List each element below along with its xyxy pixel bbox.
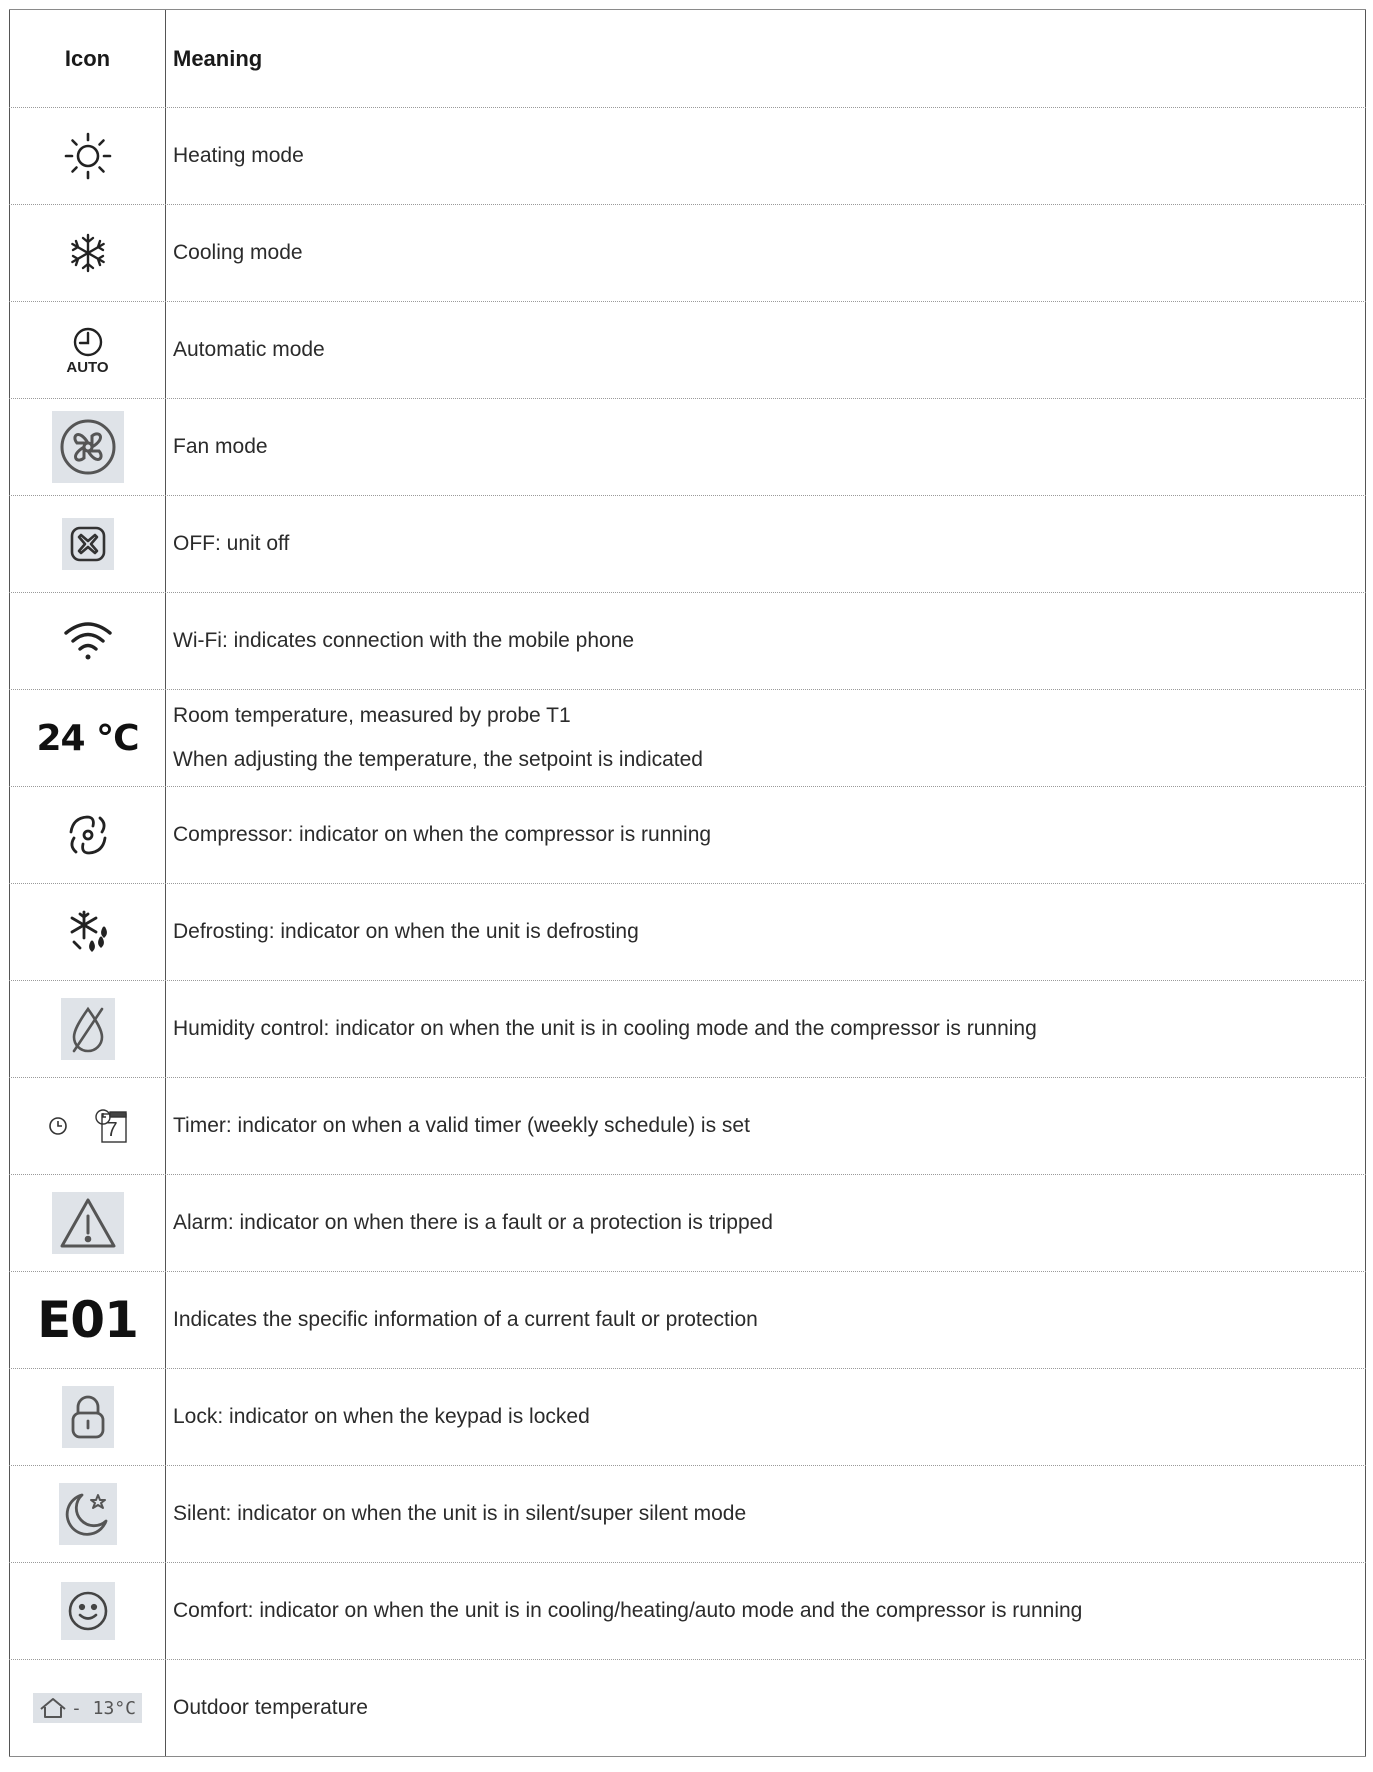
house-icon <box>40 1698 66 1718</box>
row-meaning: Comfort: indicator on when the unit is i… <box>166 1563 1366 1659</box>
humidity-icon <box>9 981 166 1077</box>
icon-legend-table: Icon Meaning Heating mode Cooling mode A… <box>9 9 1366 1757</box>
table-row: Alarm: indicator on when there is a faul… <box>9 1175 1366 1272</box>
row-meaning: Lock: indicator on when the keypad is lo… <box>166 1369 1366 1465</box>
row-meaning: Fan mode <box>166 399 1366 495</box>
row-meaning: Room temperature, measured by probe T1 W… <box>166 690 1366 786</box>
comfort-icon <box>9 1563 166 1659</box>
auto-label: AUTO <box>66 358 109 376</box>
row-meaning: Silent: indicator on when the unit is in… <box>166 1466 1366 1562</box>
table-row: 7 Timer: indicator on when a valid timer… <box>9 1078 1366 1175</box>
row-meaning: OFF: unit off <box>166 496 1366 592</box>
table-row: E01 Indicates the specific information o… <box>9 1272 1366 1369</box>
alarm-icon <box>9 1175 166 1271</box>
table-row: Wi-Fi: indicates connection with the mob… <box>9 593 1366 690</box>
header-meaning: Meaning <box>166 10 1366 107</box>
temperature-text: 24 °C <box>9 690 166 786</box>
row-meaning: Timer: indicator on when a valid timer (… <box>166 1078 1366 1174</box>
compressor-icon <box>9 787 166 883</box>
row-meaning-line1: Room temperature, measured by probe T1 <box>173 704 571 727</box>
table-row: - 13°C Outdoor temperature <box>9 1660 1366 1756</box>
table-row: Silent: indicator on when the unit is in… <box>9 1466 1366 1563</box>
outdoor-temperature-icon: - 13°C <box>9 1660 166 1756</box>
weekly-calendar-day: 7 <box>106 1119 118 1141</box>
wifi-icon <box>9 593 166 689</box>
timer-icon: 7 <box>9 1078 166 1174</box>
table-row: Fan mode <box>9 399 1366 496</box>
weekly-calendar-icon: 7 <box>94 1108 128 1144</box>
table-header-row: Icon Meaning <box>9 10 1366 108</box>
table-row: Humidity control: indicator on when the … <box>9 981 1366 1078</box>
table-row: 24 °C Room temperature, measured by prob… <box>9 690 1366 787</box>
table-row: Lock: indicator on when the keypad is lo… <box>9 1369 1366 1466</box>
row-meaning: Automatic mode <box>166 302 1366 398</box>
error-code-text: E01 <box>9 1272 166 1368</box>
row-meaning: Outdoor temperature <box>166 1660 1366 1756</box>
table-row: Defrosting: indicator on when the unit i… <box>9 884 1366 981</box>
defrost-icon <box>9 884 166 980</box>
sun-icon <box>9 108 166 204</box>
silent-icon <box>9 1466 166 1562</box>
table-row: Comfort: indicator on when the unit is i… <box>9 1563 1366 1660</box>
snowflake-icon <box>9 205 166 301</box>
table-row: OFF: unit off <box>9 496 1366 593</box>
row-meaning: Cooling mode <box>166 205 1366 301</box>
row-meaning: Wi-Fi: indicates connection with the mob… <box>166 593 1366 689</box>
row-meaning: Indicates the specific information of a … <box>166 1272 1366 1368</box>
auto-clock-icon: AUTO <box>9 302 166 398</box>
header-icon: Icon <box>9 10 166 107</box>
table-row: AUTO Automatic mode <box>9 302 1366 399</box>
row-meaning-line2: When adjusting the temperature, the setp… <box>173 748 703 771</box>
outdoor-temperature-value: - 13°C <box>70 1697 137 1719</box>
off-icon <box>9 496 166 592</box>
lock-icon <box>9 1369 166 1465</box>
row-meaning: Defrosting: indicator on when the unit i… <box>166 884 1366 980</box>
table-row: Cooling mode <box>9 205 1366 302</box>
table-row: Heating mode <box>9 108 1366 205</box>
row-meaning: Alarm: indicator on when there is a faul… <box>166 1175 1366 1271</box>
room-temperature-value: 24 °C <box>36 717 139 759</box>
error-code-value: E01 <box>37 1291 139 1349</box>
row-meaning: Humidity control: indicator on when the … <box>166 981 1366 1077</box>
row-meaning: Heating mode <box>166 108 1366 204</box>
table-row: Compressor: indicator on when the compre… <box>9 787 1366 884</box>
fan-icon <box>9 399 166 495</box>
row-meaning: Compressor: indicator on when the compre… <box>166 787 1366 883</box>
